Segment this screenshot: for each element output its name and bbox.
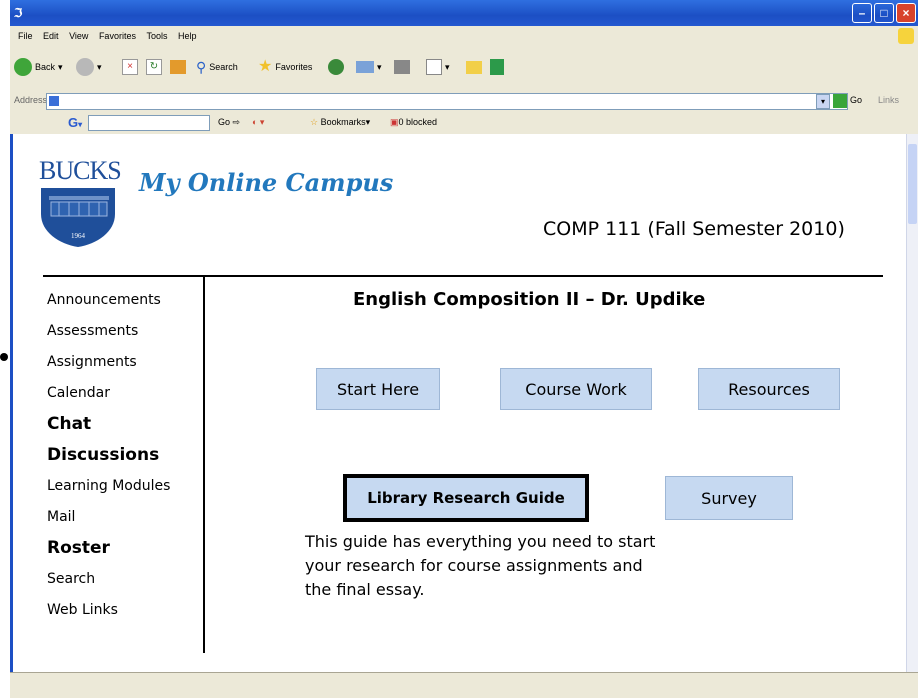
library-research-guide-button[interactable]: Library Research Guide	[343, 474, 589, 522]
site-title: My Online Campus	[139, 168, 394, 197]
shield-icon: 1964	[41, 188, 115, 247]
library-guide-description: This guide has everything you need to st…	[305, 532, 656, 599]
course-heading: English Composition II – Dr. Updike	[353, 289, 706, 310]
course-work-button[interactable]: Course Work	[500, 368, 652, 410]
home-button[interactable]	[170, 56, 186, 78]
sidebar-divider	[203, 277, 205, 653]
bucks-logo: BUCKS 1964	[39, 156, 122, 253]
header-divider	[43, 275, 883, 277]
edit-button[interactable]: ▾	[426, 56, 450, 78]
back-label: Back	[35, 62, 56, 72]
browser-window: ℑ – □ × File Edit View Favorites Tools H…	[10, 0, 918, 698]
refresh-button[interactable]: ↻	[146, 56, 162, 78]
resources-button[interactable]: Resources	[698, 368, 840, 410]
mail-button[interactable]: ▾	[356, 56, 382, 78]
title-bar: ℑ – □ ×	[10, 0, 918, 26]
back-arrow-icon	[14, 58, 32, 76]
links-label[interactable]: Links	[878, 95, 899, 105]
search-icon: ⚲	[196, 59, 207, 75]
page-icon	[49, 96, 59, 106]
nav-item-mail[interactable]: Mail	[47, 507, 170, 538]
print-button[interactable]	[394, 56, 410, 78]
stop-icon: ×	[122, 59, 138, 75]
favorites-label: Favorites	[275, 62, 313, 72]
menu-bar: File Edit View Favorites Tools Help	[10, 26, 918, 46]
status-bar	[10, 672, 918, 698]
standard-toolbar: Back ▾ ▾ × ↻ ⚲ Search ★ Favorites ▾ ▾	[10, 46, 918, 91]
search-button[interactable]: ⚲ Search	[196, 56, 238, 78]
folder-button[interactable]	[466, 56, 482, 78]
nav-item-search[interactable]: Search	[47, 569, 170, 600]
callout-marker	[0, 353, 8, 361]
menu-edit[interactable]: Edit	[43, 31, 59, 41]
bookmarks-button[interactable]: ☆ Bookmarks▾	[310, 117, 370, 128]
home-icon	[170, 60, 186, 74]
address-dropdown-icon[interactable]: ▾	[816, 94, 830, 109]
maximize-button[interactable]: □	[874, 3, 894, 23]
go-arrow-icon[interactable]	[833, 94, 847, 108]
vertical-scrollbar[interactable]	[906, 134, 918, 672]
star-icon: ★	[258, 58, 273, 75]
printer-icon	[394, 60, 410, 74]
media-button[interactable]	[328, 56, 344, 78]
nav-item-chat[interactable]: Chat	[47, 414, 170, 445]
logo-year: 1964	[71, 232, 86, 240]
search-label: Search	[209, 62, 238, 72]
forward-arrow-icon	[76, 58, 94, 76]
mail-icon	[356, 61, 374, 73]
bookmark-star-icon: ☆	[310, 117, 319, 127]
address-label: Address	[14, 95, 48, 105]
nav-item-roster[interactable]: Roster	[47, 538, 170, 569]
popup-blocker-button[interactable]: ▣0 blocked	[390, 117, 437, 128]
nav-item-assignments[interactable]: Assignments	[47, 352, 170, 383]
nav-item-web-links[interactable]: Web Links	[47, 600, 170, 631]
windows-logo-icon	[898, 28, 914, 44]
menu-view[interactable]: View	[69, 31, 88, 41]
nav-item-announcements[interactable]: Announcements	[47, 290, 170, 321]
nav-item-learning-modules[interactable]: Learning Modules	[47, 476, 170, 507]
google-toolbar: G▾ Go ⇨ ◐ ▾ ☆ Bookmarks▾ ▣0 blocked	[10, 112, 918, 135]
sidebar-nav: Announcements Assessments Assignments Ca…	[47, 290, 170, 631]
nav-item-assessments[interactable]: Assessments	[47, 321, 170, 352]
survey-button[interactable]: Survey	[665, 476, 793, 520]
address-bar: Address ▾ Go Links	[10, 90, 918, 113]
course-title: COMP 111 (Fall Semester 2010)	[543, 218, 845, 240]
folder-icon	[466, 60, 482, 74]
menu-help[interactable]: Help	[178, 31, 197, 41]
google-g-icon[interactable]: G▾	[68, 115, 82, 130]
close-button[interactable]: ×	[896, 3, 916, 23]
popup-blocked-icon: ▣	[390, 117, 399, 127]
ie-window-icon[interactable]: ℑ	[14, 6, 28, 20]
back-button[interactable]: Back ▾	[14, 56, 63, 78]
google-go-button[interactable]: Go ⇨	[218, 117, 240, 128]
edit-icon	[426, 59, 442, 75]
address-input[interactable]	[46, 93, 848, 110]
menu-file[interactable]: File	[18, 31, 33, 41]
go-label[interactable]: Go	[850, 95, 862, 105]
forward-button[interactable]: ▾	[76, 56, 102, 78]
stop-button[interactable]: ×	[122, 56, 138, 78]
start-here-button[interactable]: Start Here	[316, 368, 440, 410]
logo-text: BUCKS	[39, 156, 122, 185]
menu-tools[interactable]: Tools	[146, 31, 167, 41]
menu-favorites[interactable]: Favorites	[99, 31, 136, 41]
nav-item-calendar[interactable]: Calendar	[47, 383, 170, 414]
pagerank-icon[interactable]: ◐ ▾	[252, 117, 264, 128]
media-icon	[328, 59, 344, 75]
google-search-input[interactable]	[88, 115, 210, 131]
minimize-button[interactable]: –	[852, 3, 872, 23]
messenger-button[interactable]	[490, 56, 504, 78]
refresh-icon: ↻	[146, 59, 162, 75]
favorites-button[interactable]: ★ Favorites	[258, 56, 312, 78]
messenger-icon	[490, 59, 504, 75]
nav-item-discussions[interactable]: Discussions	[47, 445, 170, 476]
scrollbar-thumb[interactable]	[908, 144, 917, 224]
page-content: BUCKS 1964 My Online Campus COMP 111 (Fa…	[10, 134, 906, 672]
